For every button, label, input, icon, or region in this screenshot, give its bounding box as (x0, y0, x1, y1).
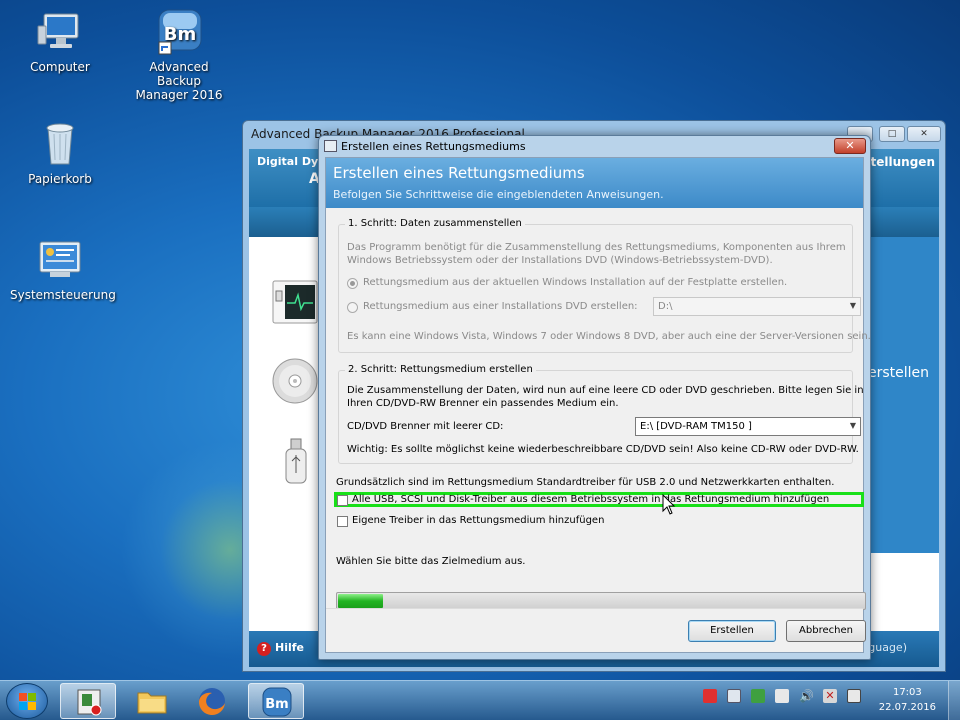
flag-icon[interactable] (775, 689, 789, 703)
background-side-panel: erstellen (859, 237, 939, 553)
recycle-bin-icon (36, 120, 84, 168)
burner-label: CD/DVD Brenner mit leerer CD: (347, 421, 504, 432)
dvd-drive-select[interactable]: D:\ ▼ (653, 297, 861, 316)
step1-note: Es kann eine Windows Vista, Windows 7 od… (347, 331, 871, 342)
step1-desc-line2: Windows Betriebssystem oder der Installa… (347, 255, 773, 266)
taskbar-app-explorer[interactable] (124, 683, 180, 719)
radio-install-dvd[interactable] (347, 302, 358, 313)
burner-value: E:\ [DVD-RAM TM150 ] (640, 421, 752, 432)
step2-legend: 2. Schritt: Rettungsmedium erstellen (345, 364, 536, 375)
device-icon (271, 279, 319, 328)
recorder-icon (77, 689, 102, 716)
radio-current-windows[interactable] (347, 278, 358, 289)
chevron-down-icon: ▼ (849, 421, 856, 430)
show-desktop-button[interactable] (948, 681, 960, 720)
dialog-window-icon (324, 140, 337, 152)
start-button[interactable] (6, 683, 48, 719)
dialog-content: Erstellen eines Rettungsmediums Befolgen… (325, 157, 871, 653)
dialog-heading: Erstellen eines Rettungsmediums (333, 164, 585, 182)
svg-text:Bm: Bm (265, 697, 288, 712)
clock[interactable]: 17:03 22.07.2016 (879, 685, 936, 715)
computer-icon (36, 8, 84, 56)
step2-desc-line2: Ihren CD/DVD-RW Brenner ein passendes Me… (347, 398, 619, 409)
control-panel-icon (36, 236, 84, 284)
windows-logo-icon (19, 693, 36, 710)
shield-icon[interactable] (703, 689, 717, 703)
step2-group: 2. Schritt: Rettungsmedium erstellen Die… (338, 364, 864, 464)
usb-stick-icon (283, 437, 309, 488)
rescue-media-dialog[interactable]: Erstellen eines Rettungsmediums ✕ Erstel… (318, 135, 871, 660)
network-error-icon[interactable]: ✕ (823, 689, 837, 703)
help-button[interactable]: ? Hilfe (257, 641, 304, 656)
language-link[interactable]: guage) (868, 641, 907, 654)
desktop-icon-computer[interactable]: Computer (10, 8, 110, 74)
chevron-down-icon: ▼ (849, 301, 856, 310)
dialog-button-bar: Erstellen Abbrechen (326, 608, 866, 652)
step1-legend: 1. Schritt: Daten zusammenstellen (345, 218, 525, 229)
status-text: Wählen Sie bitte das Zielmedium aus. (336, 556, 526, 567)
checkbox-all-drivers[interactable] (337, 495, 348, 506)
volume-icon[interactable]: 🔊 (799, 689, 814, 703)
checkbox-all-drivers-label: Alle USB, SCSI und Disk-Treiber aus dies… (352, 494, 830, 505)
display-icon[interactable] (847, 689, 861, 703)
taskbar-app-firefox[interactable] (184, 683, 240, 719)
close-button[interactable]: ✕ (907, 126, 941, 142)
backup-manager-icon: Bm (262, 687, 292, 717)
desktop-icon-label: Computer (30, 60, 90, 74)
checkbox-own-drivers[interactable] (337, 516, 348, 527)
step1-group: 1. Schritt: Daten zusammenstellen Das Pr… (338, 218, 871, 353)
desktop-icon-label: Advanced Backup Manager 2016 (135, 60, 223, 102)
desktop-icon-label: Papierkorb (28, 172, 92, 186)
desktop-icon-abm[interactable]: Bm Advanced Backup Manager 2016 (129, 8, 229, 102)
taskbar: Bm 🔊 ✕ 17:03 22.07.2016 (0, 680, 960, 720)
maximize-button[interactable]: □ (879, 126, 905, 142)
desktop-icon-label: Systemsteuerung (10, 288, 116, 302)
side-panel-label: erstellen (867, 365, 929, 381)
progress-fill (338, 594, 383, 608)
step1-desc-line1: Das Programm benötigt für die Zusammenst… (347, 242, 846, 253)
step2-desc-line1: Die Zusammenstellung der Daten, wird nun… (347, 385, 864, 396)
step2-warning: Wichtig: Es sollte möglichst keine wiede… (347, 444, 859, 455)
desktop-icon-recycle-bin[interactable]: Papierkorb (10, 120, 110, 186)
security-check-icon[interactable] (751, 689, 765, 703)
dialog-header: Erstellen eines Rettungsmediums Befolgen… (326, 158, 863, 208)
dialog-title: Erstellen eines Rettungsmediums (341, 140, 526, 153)
taskbar-app-recorder[interactable] (60, 683, 116, 719)
dialog-subheading: Befolgen Sie Schrittweise die eingeblend… (333, 188, 664, 201)
firefox-icon (198, 688, 225, 716)
drivers-info: Grundsätzlich sind im Rettungsmedium Sta… (336, 477, 835, 488)
cd-icon (271, 357, 319, 408)
create-button[interactable]: Erstellen (688, 620, 776, 642)
folder-icon (137, 692, 167, 714)
radio-current-windows-label: Rettungsmedium aus der aktuellen Windows… (363, 277, 788, 288)
burner-select[interactable]: E:\ [DVD-RAM TM150 ] ▼ (635, 417, 861, 436)
dialog-close-button[interactable]: ✕ (834, 138, 866, 154)
backup-manager-icon: Bm (155, 8, 203, 56)
dvd-drive-value: D:\ (658, 301, 673, 312)
mouse-cursor (662, 493, 676, 519)
clock-time: 17:03 (892, 687, 922, 698)
desktop-icon-control-panel[interactable]: Systemsteuerung (10, 236, 116, 302)
cancel-button[interactable]: Abbrechen (786, 620, 866, 642)
taskbar-app-abm[interactable]: Bm (248, 683, 304, 719)
checkbox-own-drivers-label: Eigene Treiber in das Rettungsmedium hin… (352, 515, 605, 526)
radio-install-dvd-label: Rettungsmedium aus einer Installations D… (363, 301, 638, 312)
help-label: Hilfe (275, 641, 304, 654)
network-app-icon[interactable] (727, 689, 741, 703)
clock-date: 22.07.2016 (878, 702, 936, 713)
help-icon: ? (257, 642, 271, 656)
